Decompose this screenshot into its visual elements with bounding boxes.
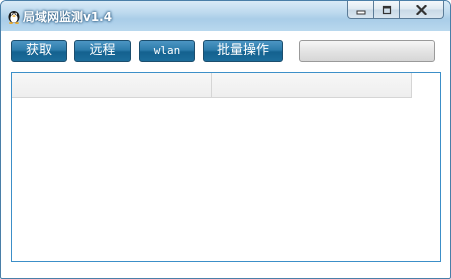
column-header-1[interactable]	[12, 73, 212, 98]
column-header-2[interactable]	[212, 73, 412, 98]
close-button[interactable]	[400, 1, 444, 19]
main-window: 局域网监测v1.4 获取 远程 wlan 批量操作	[0, 0, 451, 279]
app-mascot-icon	[8, 11, 20, 24]
batch-operation-button[interactable]: 批量操作	[203, 40, 283, 62]
minimize-button[interactable]	[347, 1, 374, 19]
minimize-icon	[356, 10, 365, 14]
title-bar[interactable]: 局域网监测v1.4	[1, 1, 450, 31]
status-display	[299, 40, 435, 62]
fetch-button[interactable]: 获取	[11, 40, 67, 62]
window-title: 局域网监测v1.4	[23, 10, 113, 24]
wlan-button[interactable]: wlan	[139, 40, 195, 62]
maximize-icon	[382, 5, 391, 14]
remote-button[interactable]: 远程	[74, 40, 131, 62]
close-icon	[416, 4, 427, 15]
list-header	[12, 73, 412, 98]
maximize-button[interactable]	[374, 1, 400, 19]
device-list[interactable]	[11, 72, 441, 262]
window-controls	[347, 1, 444, 20]
client-area: 获取 远程 wlan 批量操作	[8, 31, 443, 271]
